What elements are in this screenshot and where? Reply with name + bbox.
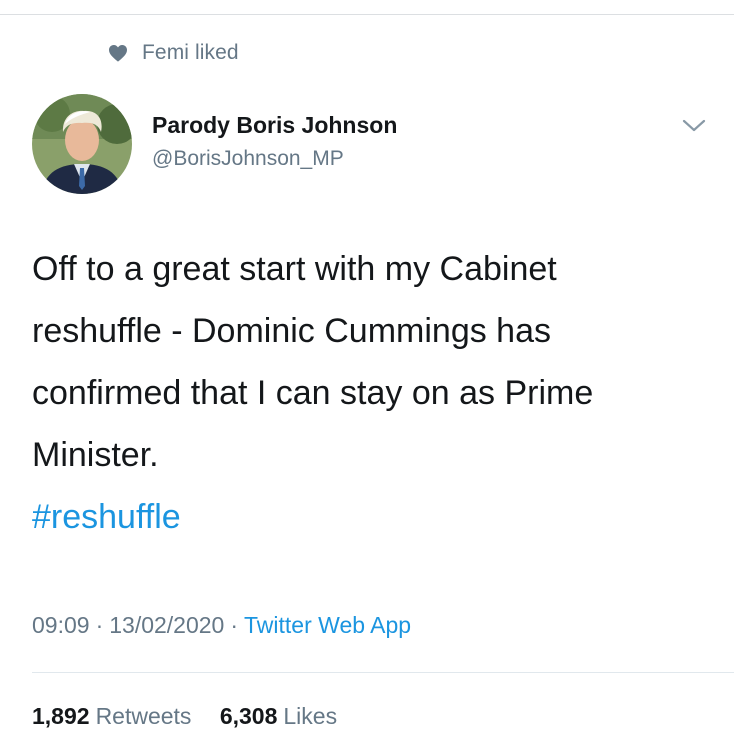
likes-count: 6,308 xyxy=(219,703,278,729)
source-link[interactable]: Twitter Web App xyxy=(244,612,411,638)
likes-stat[interactable]: 6,308 Likes xyxy=(220,703,337,729)
tweet-stats: 1,892 Retweets 6,308 Likes xyxy=(32,703,359,730)
tweet-line: Off to a great start with my Cabinet xyxy=(32,250,557,288)
avatar-photo xyxy=(32,94,132,194)
heart-icon xyxy=(109,44,127,62)
top-divider xyxy=(0,14,734,15)
tweet-line: Minister. xyxy=(32,436,159,474)
tweet-text: Off to a great start with my Cabinet res… xyxy=(32,238,712,548)
retweets-count: 1,892 xyxy=(32,703,90,729)
author-block[interactable]: Parody Boris Johnson @BorisJohnson_MP xyxy=(152,108,397,174)
social-context-label: Femi liked xyxy=(142,41,239,64)
avatar[interactable] xyxy=(32,94,132,194)
social-context[interactable]: Femi liked xyxy=(108,40,239,66)
meta-separator: · xyxy=(230,612,239,638)
chevron-down-icon[interactable] xyxy=(680,116,708,134)
tweet-line: reshuffle - Dominic Cummings has xyxy=(32,312,551,350)
tweet-line: confirmed that I can stay on as Prime xyxy=(32,374,594,412)
tweet-meta: 09:09 · 13/02/2020 · Twitter Web App xyxy=(32,612,411,639)
tweet-date[interactable]: 13/02/2020 xyxy=(109,612,224,638)
user-handle[interactable]: @BorisJohnson_MP xyxy=(152,144,397,174)
retweets-stat[interactable]: 1,892 Retweets xyxy=(32,703,191,729)
hashtag-link[interactable]: #reshuffle xyxy=(32,486,712,548)
display-name[interactable]: Parody Boris Johnson xyxy=(152,108,397,142)
likes-label: Likes xyxy=(283,703,338,729)
retweets-label: Retweets xyxy=(95,703,192,729)
meta-separator: · xyxy=(95,612,104,638)
stats-divider xyxy=(32,672,734,673)
tweet-time[interactable]: 09:09 xyxy=(32,612,90,638)
